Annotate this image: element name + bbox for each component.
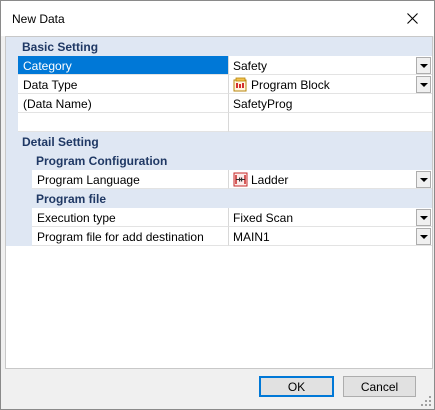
category-detail-setting[interactable]: Detail Setting	[6, 132, 432, 151]
property-value[interactable]: MAIN1	[229, 227, 432, 246]
chevron-down-icon	[419, 215, 428, 220]
ok-button[interactable]: OK	[259, 376, 334, 397]
cancel-button[interactable]: Cancel	[343, 376, 416, 397]
dropdown-button[interactable]	[416, 209, 431, 226]
property-row-add-destination[interactable]: Program file for add destination MAIN1	[6, 227, 432, 246]
property-value[interactable]: Fixed Scan	[229, 208, 432, 227]
category-label: Detail Setting	[22, 135, 99, 149]
property-name[interactable]: Category	[18, 56, 229, 75]
property-name[interactable]: Program Language	[32, 170, 229, 189]
dialog-title: New Data	[12, 12, 65, 26]
property-value[interactable]: Safety	[229, 56, 432, 75]
chevron-down-icon	[419, 63, 428, 68]
dropdown-button[interactable]	[416, 76, 431, 93]
property-name[interactable]: Data Type	[18, 75, 229, 94]
dropdown-button[interactable]	[416, 228, 431, 245]
category-label: Program file	[36, 192, 107, 206]
new-data-dialog: New Data Basic Setting Category Safety D…	[0, 0, 435, 410]
property-name[interactable]: (Data Name)	[18, 94, 229, 113]
property-value[interactable]: Program Block	[229, 75, 432, 94]
property-row-category[interactable]: Category Safety	[6, 56, 432, 75]
resize-grip-icon[interactable]	[420, 395, 432, 407]
category-basic-setting[interactable]: Basic Setting	[6, 37, 432, 56]
property-row-data-type[interactable]: Data Type Program Block	[6, 75, 432, 94]
property-value[interactable]: Ladder	[229, 170, 432, 189]
close-icon	[406, 13, 418, 24]
property-row-program-language[interactable]: Program Language Ladder	[6, 170, 432, 189]
program-block-icon	[233, 77, 247, 92]
property-value[interactable]	[229, 113, 432, 132]
category-label: Program Configuration	[36, 154, 168, 168]
dropdown-button[interactable]	[416, 57, 431, 74]
dropdown-button[interactable]	[416, 171, 431, 188]
chevron-down-icon	[419, 82, 428, 87]
category-label: Basic Setting	[22, 40, 99, 54]
category-program-file[interactable]: Program file	[6, 189, 432, 208]
property-name[interactable]: Program file for add destination	[32, 227, 229, 246]
property-row-empty[interactable]	[6, 113, 432, 132]
title-bar[interactable]: New Data	[1, 1, 434, 36]
property-name[interactable]	[18, 113, 229, 132]
property-row-data-name[interactable]: (Data Name) SafetyProg	[6, 94, 432, 113]
property-name[interactable]: Execution type	[32, 208, 229, 227]
close-button[interactable]	[390, 1, 434, 36]
chevron-down-icon	[419, 234, 428, 239]
chevron-down-icon	[419, 177, 428, 182]
property-row-execution-type[interactable]: Execution type Fixed Scan	[6, 208, 432, 227]
property-value[interactable]: SafetyProg	[229, 94, 432, 113]
ladder-icon	[233, 172, 248, 187]
property-grid: Basic Setting Category Safety Data Type	[5, 36, 433, 369]
category-program-configuration[interactable]: Program Configuration	[6, 151, 432, 170]
